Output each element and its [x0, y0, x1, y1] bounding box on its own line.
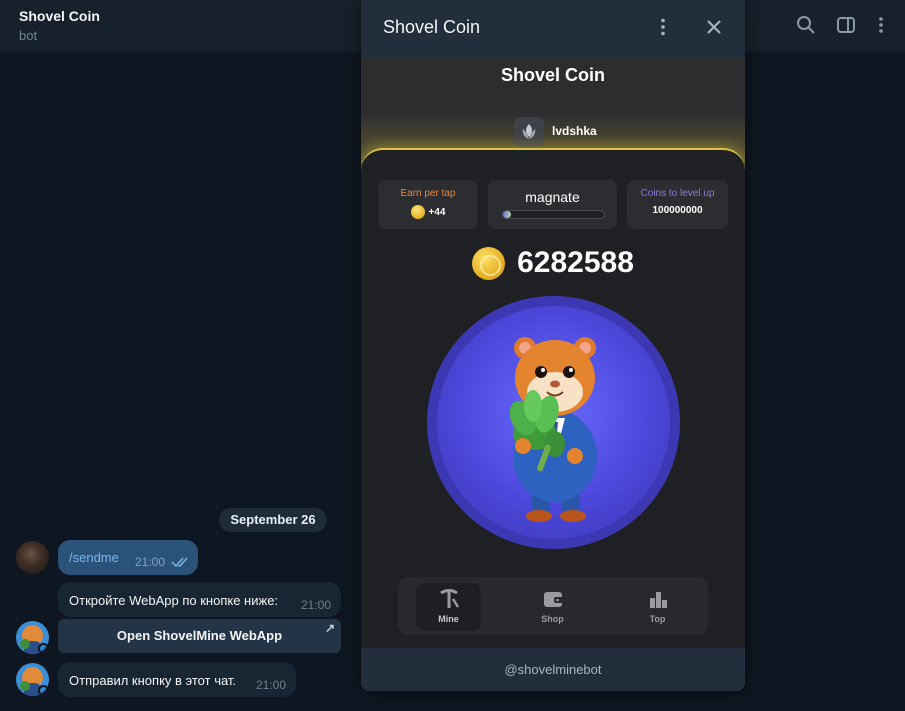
message-time: 21:00 — [256, 678, 287, 692]
double-check-icon — [171, 557, 188, 568]
open-webapp-label: Open ShovelMine WebApp — [116, 628, 283, 643]
nav-item-mine[interactable]: Mine — [416, 583, 481, 631]
search-icon[interactable] — [795, 14, 817, 36]
leaf-logo-icon — [514, 117, 544, 147]
message-time: 21:00 — [135, 555, 166, 569]
app-body: Shovel Coin lvdshka Earn per tap +44 mag… — [361, 58, 745, 658]
coins-to-level-value: 100000000 — [652, 205, 703, 216]
miniapp-window-title: Shovel Coin — [383, 17, 481, 37]
miniapp-header: Shovel Coin — [361, 0, 745, 58]
tap-button[interactable] — [427, 296, 680, 549]
message-outgoing[interactable]: /sendme 21:00 — [58, 540, 198, 575]
miniapp-window: Shovel Coin Shovel Coin lvdshka Earn per… — [361, 0, 745, 691]
nav-label: Shop — [541, 614, 564, 624]
sidebar-toggle-icon[interactable] — [835, 14, 857, 36]
app-title: Shovel Coin — [500, 65, 605, 85]
bar-chart-icon — [649, 592, 667, 608]
bot-handle-footer[interactable]: @shovelminebot — [361, 648, 745, 691]
nav-label: Mine — [438, 614, 459, 624]
earn-per-tap-value: +44 — [428, 206, 446, 218]
close-icon[interactable] — [704, 17, 724, 37]
coin-icon — [410, 205, 425, 219]
nav-label: Top — [649, 614, 666, 624]
chat-subtitle: bot — [19, 28, 38, 43]
pickaxe-icon — [439, 589, 459, 608]
nav-item-top[interactable]: Top — [625, 583, 690, 631]
date-separator: September 26 — [219, 508, 327, 532]
rank-progress-bar — [502, 210, 605, 219]
balance: 6282588 — [361, 246, 745, 280]
avatar-bot[interactable] — [16, 621, 49, 654]
message-text: Откройте WebApp по кнопке ниже: — [69, 593, 279, 608]
message-time: 21:00 — [301, 598, 332, 612]
main-card: Earn per tap +44 magnate Coins to level … — [361, 148, 745, 658]
chat-title[interactable]: Shovel Coin — [19, 8, 100, 24]
earn-per-tap-card: Earn per tap +44 — [378, 180, 478, 229]
tap-button-inner[interactable] — [437, 306, 670, 539]
message-text[interactable]: /sendme — [69, 550, 119, 565]
external-link-icon: ↗ — [324, 621, 335, 635]
coins-to-level-label: Coins to level up — [640, 188, 715, 199]
avatar-bot[interactable] — [16, 663, 49, 696]
coin-icon — [472, 246, 506, 280]
rank-name: magnate — [525, 189, 580, 205]
bottom-nav: Mine Shop Top — [398, 577, 708, 635]
message-incoming[interactable]: Отправил кнопку в этот чат. 21:00 — [58, 662, 296, 697]
earn-per-tap-label: Earn per tap — [400, 188, 456, 199]
username: lvdshka — [552, 124, 597, 138]
avatar-user[interactable] — [16, 541, 49, 574]
more-vertical-icon[interactable] — [653, 17, 673, 37]
message-incoming[interactable]: Откройте WebApp по кнопке ниже: 21:00 — [58, 582, 341, 617]
more-vertical-icon[interactable] — [870, 14, 892, 36]
nav-item-shop[interactable]: Shop — [520, 583, 585, 631]
balance-value: 6282588 — [517, 246, 634, 279]
open-webapp-button[interactable]: Open ShovelMine WebApp ↗ — [58, 619, 341, 653]
wallet-icon — [543, 592, 563, 607]
coins-to-level-card: Coins to level up 100000000 — [627, 180, 728, 229]
rank-card[interactable]: magnate — [488, 180, 617, 229]
message-text: Отправил кнопку в этот чат. — [69, 673, 237, 688]
hamster-character-icon[interactable] — [437, 306, 670, 539]
rank-progress-fill — [503, 211, 512, 218]
